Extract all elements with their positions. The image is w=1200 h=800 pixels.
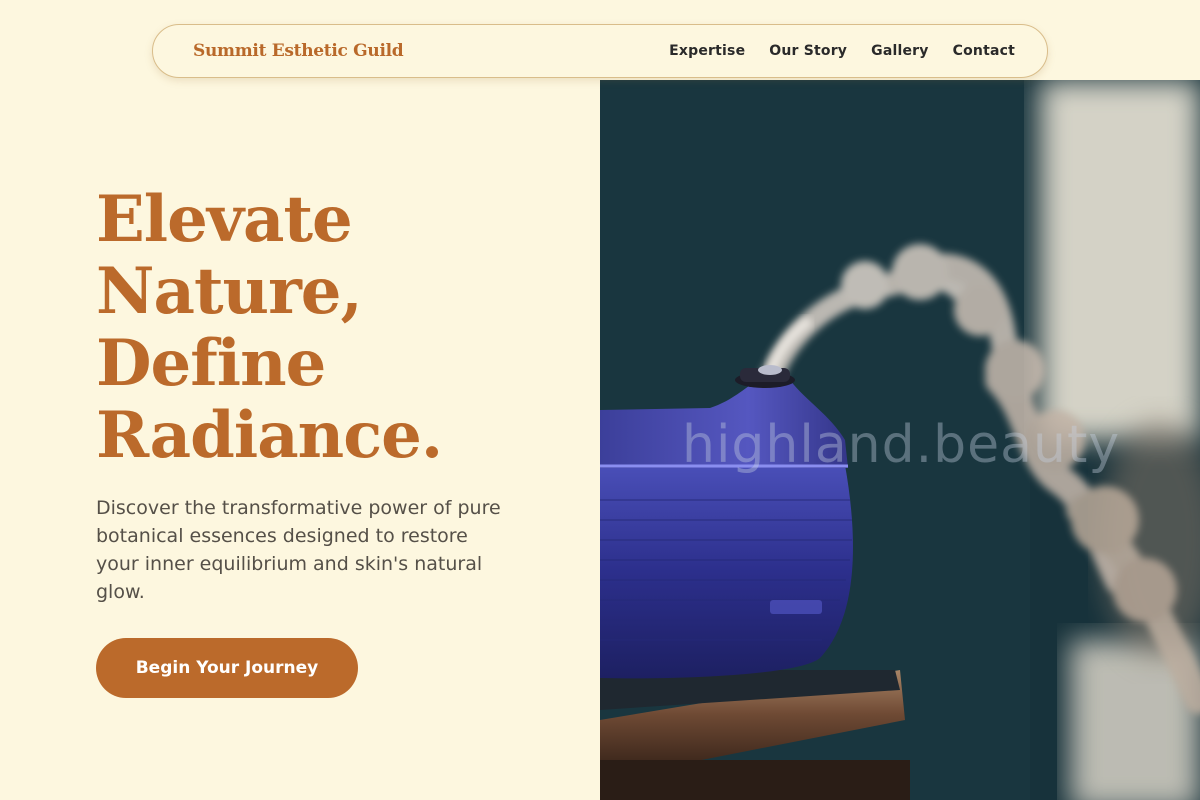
headline-line: Define bbox=[96, 326, 326, 401]
nav-link-contact[interactable]: Contact bbox=[953, 43, 1015, 59]
hero-image: highland.beauty bbox=[600, 80, 1200, 800]
top-nav: Summit Esthetic Guild Expertise Our Stor… bbox=[152, 24, 1048, 78]
hero-description: Discover the transformative power of pur… bbox=[96, 497, 501, 603]
headline-line: Nature, bbox=[96, 254, 363, 329]
begin-journey-button[interactable]: Begin Your Journey bbox=[96, 638, 358, 698]
headline-line: Radiance. bbox=[96, 398, 443, 473]
brand-logo[interactable]: Summit Esthetic Guild bbox=[193, 41, 404, 61]
image-watermark: highland.beauty bbox=[682, 415, 1121, 475]
nav-links: Expertise Our Story Gallery Contact bbox=[669, 43, 1015, 59]
headline-line: Elevate bbox=[96, 182, 353, 257]
nav-link-expertise[interactable]: Expertise bbox=[669, 43, 745, 59]
hero-headline: Elevate Nature, Define Radiance. bbox=[96, 184, 566, 472]
nav-link-our-story[interactable]: Our Story bbox=[769, 43, 847, 59]
nav-link-gallery[interactable]: Gallery bbox=[871, 43, 928, 59]
